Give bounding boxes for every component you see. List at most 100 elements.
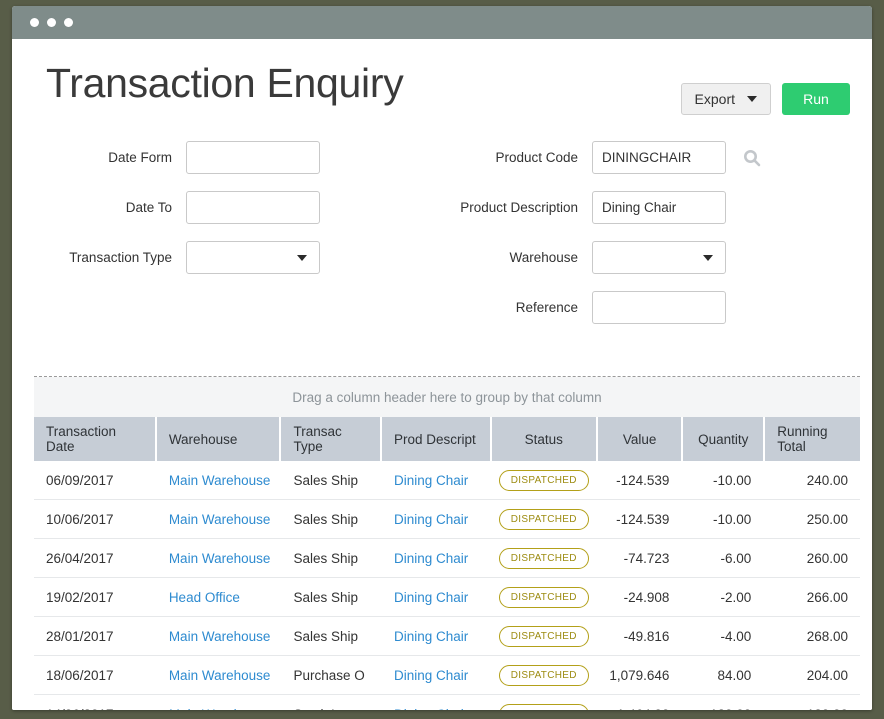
cell-prod-descript: Dining Chair <box>382 695 490 711</box>
cell-warehouse: Main Warehouse <box>157 617 280 655</box>
cell-quantity: 84.00 <box>717 667 752 683</box>
page-title: Transaction Enquiry <box>46 60 404 106</box>
cell-prod-descript: Dining Chair <box>382 461 490 499</box>
export-button[interactable]: Export <box>680 83 771 115</box>
column-header-prod-descript[interactable]: Prod Descript <box>381 417 490 461</box>
cell-quantity: -2.00 <box>720 589 752 605</box>
cell-status: DISPATCHED <box>492 617 596 655</box>
field-label-date-to: Date To <box>125 200 172 215</box>
cell-quantity: -10.00 <box>712 472 752 488</box>
column-header-warehouse[interactable]: Warehouse <box>156 417 280 461</box>
status-badge: DISPATCHED <box>498 469 589 491</box>
column-header-running-total[interactable]: Running Total <box>765 417 860 461</box>
prod-descript-link[interactable]: Dining Chair <box>394 551 468 566</box>
cell-value: -49.816 <box>623 628 670 644</box>
column-header-value[interactable]: Value <box>597 417 682 461</box>
cell-status: DISPATCHED <box>492 695 596 710</box>
table-row[interactable]: 26/04/2017 Main Warehouse Sales Ship Dining… <box>34 539 860 578</box>
status-badge: DISPATCHED <box>498 508 589 530</box>
cell-value: -124.539 <box>616 511 670 527</box>
status-badge: DISPATCHED <box>498 547 589 569</box>
field-label-transaction-type: Transaction Type <box>69 250 172 265</box>
field-label-product-code: Product Code <box>495 150 578 165</box>
chevron-down-icon <box>297 255 307 261</box>
cell-value: 1,464.00 <box>598 695 682 711</box>
status-badge: DISPATCHED <box>498 664 589 686</box>
column-header-transac-type[interactable]: Transac Type <box>281 417 380 461</box>
status-badge: DISPATCHED <box>498 625 589 647</box>
cell-prod-descript: Dining Chair <box>382 578 490 616</box>
close-dot[interactable] <box>30 18 39 27</box>
page-content: Transaction Enquiry Export Run Date Form… <box>12 39 872 710</box>
cell-running-total: 204.00 <box>806 667 848 683</box>
column-header-status[interactable]: Status <box>491 417 596 461</box>
warehouse-link[interactable]: Head Office <box>169 590 240 605</box>
cell-quantity: 120.00 <box>683 695 763 711</box>
prod-descript-link[interactable]: Dining Chair <box>394 668 468 683</box>
group-by-panel[interactable]: Drag a column header here to group by th… <box>34 377 860 417</box>
transaction-grid: Drag a column header here to group by th… <box>34 376 860 710</box>
cell-prod-descript: Dining Chair <box>382 656 490 694</box>
cell-running-total: 268.00 <box>806 628 848 644</box>
cell-transaction-date: 06/09/2017 <box>46 472 114 488</box>
table-row[interactable]: 06/09/2017 Main Warehouse Sales Ship Dining… <box>34 461 860 500</box>
table-row[interactable]: 18/06/2017 Main Warehouse Purchase O Dining… <box>34 656 860 695</box>
column-header-transaction-date[interactable]: Transaction Date <box>34 417 155 461</box>
filter-column-left: Date Form Date To Transaction Type <box>12 141 432 315</box>
cell-status: DISPATCHED <box>492 539 596 577</box>
warehouse-link[interactable]: Main Warehouse <box>169 473 271 488</box>
cell-quantity: -6.00 <box>720 550 752 566</box>
warehouse-select[interactable] <box>592 241 726 274</box>
date-form-input[interactable] <box>186 141 320 174</box>
prod-descript-link[interactable]: Dining Chair <box>394 473 468 488</box>
warehouse-link[interactable]: Main Warehouse <box>169 668 271 683</box>
status-badge: DISPATCHED <box>498 586 589 608</box>
field-label-product-description: Product Description <box>460 200 578 215</box>
chevron-down-icon <box>703 255 713 261</box>
warehouse-link[interactable]: Main Warehouse <box>169 551 271 566</box>
run-button[interactable]: Run <box>782 83 850 115</box>
prod-descript-link[interactable]: Dining Chair <box>394 629 468 644</box>
group-by-hint: Drag a column header here to group by th… <box>292 389 602 405</box>
product-description-input[interactable] <box>592 191 726 224</box>
page-header: Transaction Enquiry Export Run <box>12 39 872 115</box>
field-reference: Reference <box>432 291 852 324</box>
cell-running-total: 120.00 <box>765 695 860 711</box>
cell-value: -24.908 <box>623 589 670 605</box>
field-transaction-type: Transaction Type <box>46 241 432 274</box>
table-row[interactable]: 28/01/2017 Main Warehouse Sales Ship Dining… <box>34 617 860 656</box>
field-label-reference: Reference <box>515 300 578 315</box>
field-product-description: Product Description <box>432 191 852 224</box>
warehouse-link[interactable]: Main Warehouse <box>169 707 271 711</box>
filter-form: Date Form Date To Transaction Type Produ <box>12 115 872 324</box>
field-product-code: Product Code <box>432 141 852 174</box>
cell-status: DISPATCHED <box>492 461 596 499</box>
product-code-input[interactable] <box>592 141 726 174</box>
warehouse-link[interactable]: Main Warehouse <box>169 629 271 644</box>
reference-input[interactable] <box>592 291 726 324</box>
cell-transac-type: Sales Ship <box>293 589 359 605</box>
warehouse-link[interactable]: Main Warehouse <box>169 512 271 527</box>
cell-quantity: -10.00 <box>712 511 752 527</box>
cell-transaction-date: 14/06/2017 <box>34 695 155 711</box>
search-icon[interactable] <box>742 148 762 168</box>
prod-descript-link[interactable]: Dining Chair <box>394 512 468 527</box>
cell-transac-type: Sales Ship <box>293 550 359 566</box>
field-date-form: Date Form <box>46 141 432 174</box>
browser-window: Transaction Enquiry Export Run Date Form… <box>12 6 872 710</box>
minimize-dot[interactable] <box>47 18 56 27</box>
date-to-input[interactable] <box>186 191 320 224</box>
transaction-type-select[interactable] <box>186 241 320 274</box>
maximize-dot[interactable] <box>64 18 73 27</box>
prod-descript-link[interactable]: Dining Chair <box>394 590 468 605</box>
prod-descript-link[interactable]: Dining Chair <box>394 707 468 711</box>
table-row[interactable]: 14/06/2017 Main Warehouse Stock Imp Dining … <box>34 695 860 710</box>
table-row[interactable]: 19/02/2017 Head Office Sales Ship Dining Ch… <box>34 578 860 617</box>
cell-transaction-date: 10/06/2017 <box>46 511 114 527</box>
cell-transac-type: Sales Ship <box>293 472 359 488</box>
table-row[interactable]: 10/06/2017 Main Warehouse Sales Ship Dining… <box>34 500 860 539</box>
cell-prod-descript: Dining Chair <box>382 539 490 577</box>
cell-status: DISPATCHED <box>492 656 596 694</box>
column-header-quantity[interactable]: Quantity <box>683 417 764 461</box>
cell-transac-type: Sales Ship <box>293 511 359 527</box>
